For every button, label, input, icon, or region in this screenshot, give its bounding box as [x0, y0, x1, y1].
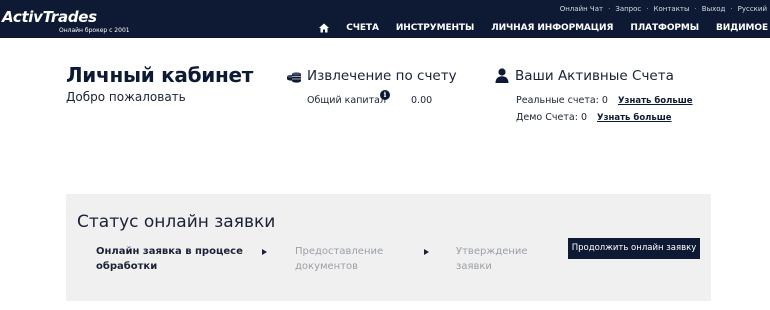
step-approval-line2: заявки [456, 261, 492, 272]
logo-wordmark: ActivTrades [2, 8, 97, 26]
step-arrow-icon [262, 249, 267, 255]
coins-icon [287, 72, 301, 83]
step-approval-line1: Утверждение [456, 246, 528, 257]
active-accounts-title: Ваши Активные Счета [515, 68, 674, 84]
link-request[interactable]: Запрос [615, 5, 641, 13]
home-icon[interactable] [319, 23, 330, 33]
real-accounts-label: Реальные счета: [516, 95, 599, 106]
language-selector[interactable]: Русский [738, 5, 767, 13]
welcome-text: Добро пожаловать [66, 90, 186, 104]
separator-dot: · [646, 5, 649, 13]
statement-title: Извлечение по счету [307, 68, 457, 84]
step-approval: Утверждение заявки [456, 244, 528, 274]
logo-tagline: Онлайн брокер с 2001 [59, 27, 130, 34]
separator-dot: · [608, 5, 611, 13]
user-icon [495, 68, 509, 83]
step-documents-line2: документов [295, 261, 359, 272]
step-processing: Онлайн заявка в процесе обработки [96, 244, 243, 274]
page-title: Личный кабинет [66, 63, 254, 87]
utility-links: Онлайн Чат · Запрос · Контакты · Выход ·… [560, 4, 767, 14]
real-accounts-count: 0 [601, 95, 608, 106]
total-capital-label: Общий капитал [307, 95, 387, 106]
link-online-chat[interactable]: Онлайн Чат [560, 5, 603, 13]
nav-visible[interactable]: ВИДИМОЕ [716, 23, 768, 33]
link-contacts[interactable]: Контакты [654, 5, 690, 13]
top-header: ActivTrades Онлайн брокер с 2001 Онлайн … [0, 0, 770, 38]
demo-accounts-label: Демо Счета: [516, 112, 578, 123]
step-processing-line1: Онлайн заявка в процесе [96, 246, 243, 257]
demo-accounts-count: 0 [580, 112, 587, 123]
nav-personal-info[interactable]: ЛИЧНАЯ ИНФОРМАЦИЯ [491, 23, 613, 33]
total-capital-value: 0.00 [411, 95, 433, 106]
nav-platforms[interactable]: ПЛАТФОРМЫ [630, 23, 699, 33]
step-documents-line1: Предоставление [295, 246, 384, 257]
info-icon[interactable]: i [380, 90, 390, 100]
link-logout[interactable]: Выход [702, 5, 726, 13]
main-nav: СЧЕТА ИНСТРУМЕНТЫ ЛИЧНАЯ ИНФОРМАЦИЯ ПЛАТ… [319, 21, 768, 35]
step-arrow-icon [424, 249, 429, 255]
application-status-panel: Статус онлайн заявки Онлайн заявка в про… [66, 194, 711, 301]
separator-dot: · [730, 5, 733, 13]
activtrades-logo[interactable]: ActivTrades Онлайн брокер с 2001 [2, 8, 130, 37]
separator-dot: · [694, 5, 697, 13]
step-documents: Предоставление документов [295, 244, 383, 274]
real-accounts-line: Реальные счета: 0 Узнать больше [516, 95, 693, 106]
continue-application-button[interactable]: Продолжить онлайн заявку [568, 238, 700, 259]
demo-accounts-line: Демо Счета: 0 Узнать больше [516, 112, 672, 123]
application-status-title: Статус онлайн заявки [77, 212, 276, 232]
real-learn-more-link[interactable]: Узнать больше [618, 96, 693, 106]
demo-learn-more-link[interactable]: Узнать больше [597, 113, 672, 123]
nav-instruments[interactable]: ИНСТРУМЕНТЫ [396, 23, 474, 33]
nav-accounts[interactable]: СЧЕТА [346, 23, 379, 33]
step-processing-line2: обработки [96, 261, 158, 272]
